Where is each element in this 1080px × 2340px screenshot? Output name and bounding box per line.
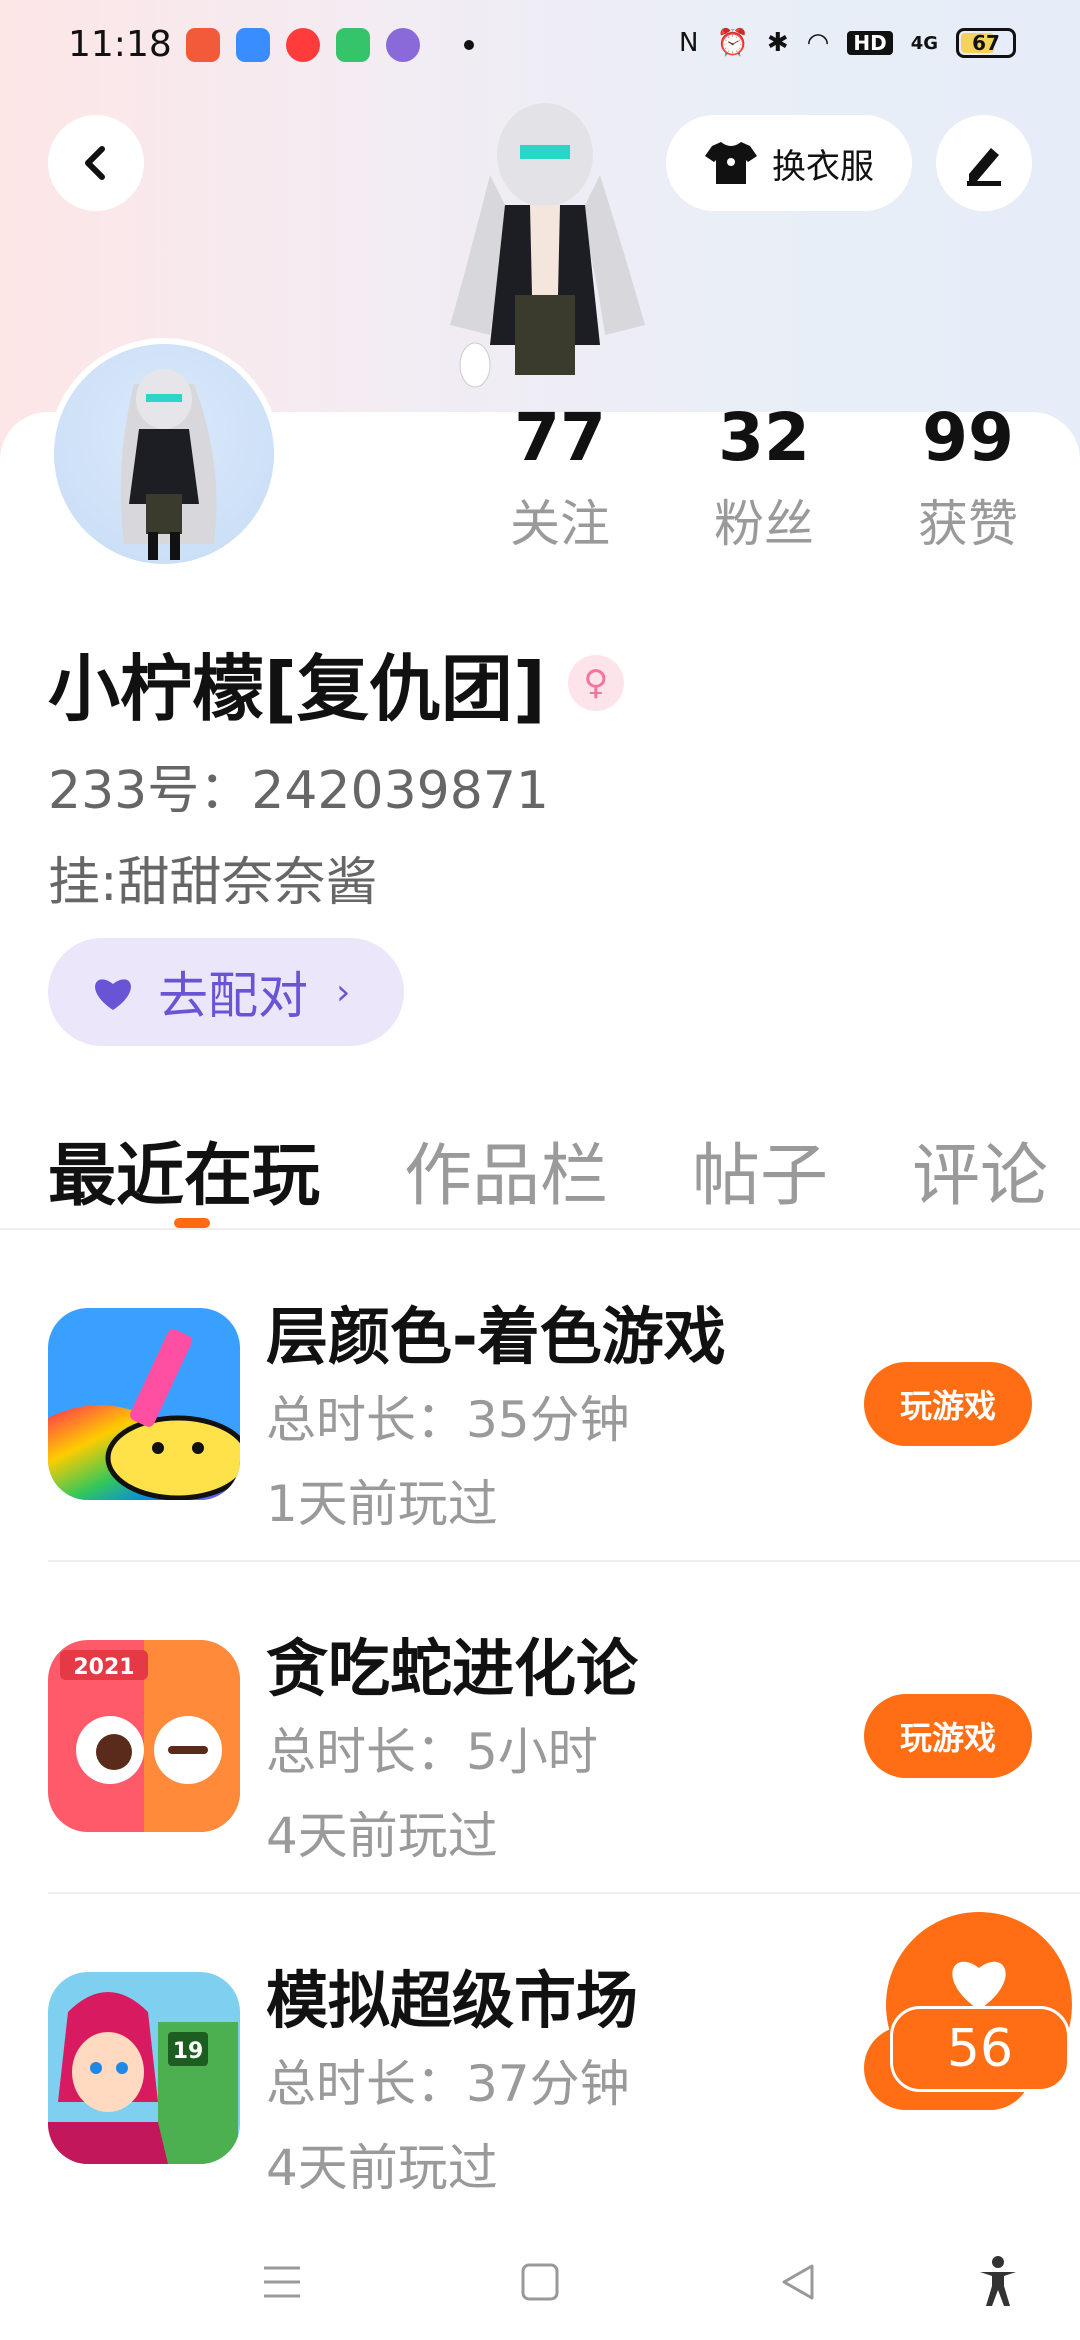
go-match-button[interactable]: 去配对 › [48, 938, 404, 1046]
home-square-icon [521, 2263, 559, 2301]
app-notification-icon [186, 28, 220, 62]
home-nav-button[interactable] [510, 2252, 570, 2312]
status-bar: 11:18 N ⏰ ✱ ◠ HD 4G 67 [0, 0, 1080, 96]
avatar[interactable] [48, 338, 280, 570]
play-game-button[interactable]: 玩游戏 [864, 1362, 1032, 1446]
notification-icons [186, 28, 474, 62]
game-icon: 19 [48, 1972, 240, 2164]
stat-value: 77 [514, 399, 606, 476]
list-item[interactable]: 层颜色-着色游戏 总时长：35分钟 1天前玩过 玩游戏 [0, 1230, 1080, 1562]
change-outfit-button[interactable]: 换衣服 [666, 115, 912, 211]
profile-tabs: 最近在玩 作品栏 帖子 评论 [48, 1120, 1048, 1219]
alarm-icon: ⏰ [716, 28, 749, 58]
signal-icon: 4G [910, 32, 938, 54]
tshirt-icon [705, 142, 757, 184]
system-navigation-bar [0, 2230, 1080, 2340]
tab-posts[interactable]: 帖子 [692, 1120, 828, 1219]
game-icon-badge: 19 [173, 2039, 204, 2064]
back-triangle-icon [782, 2264, 814, 2300]
menu-nav-button[interactable] [252, 2252, 312, 2312]
avatar-character-figure[interactable] [430, 95, 660, 415]
back-arrow-icon [85, 146, 105, 180]
game-icon [48, 1308, 240, 1500]
system-status-icons: N ⏰ ✱ ◠ HD 4G 67 [679, 28, 1016, 58]
like-count: 56 [890, 2006, 1070, 2092]
active-tab-indicator [174, 1218, 210, 1228]
back-button[interactable] [48, 115, 144, 211]
account-id[interactable]: 233号：242039871 [48, 748, 549, 823]
app-notification-icon [336, 28, 370, 62]
accessibility-icon [980, 2256, 1016, 2306]
game-icon: 2021 [48, 1640, 240, 1832]
back-nav-button[interactable] [768, 2252, 828, 2312]
accessibility-button[interactable] [968, 2252, 1028, 2312]
wifi-icon: ◠ [806, 28, 830, 58]
play-game-button[interactable]: 玩游戏 [864, 1694, 1032, 1778]
bluetooth-icon: ✱ [766, 28, 789, 58]
app-notification-icon [236, 28, 270, 62]
stat-value: 99 [922, 399, 1014, 476]
like-button[interactable]: 56 [886, 1912, 1076, 2102]
battery-level: 67 [972, 31, 1000, 55]
game-duration: 总时长：37分钟 [266, 2055, 630, 2113]
stat-label: 获赞 [918, 495, 1018, 553]
game-duration: 总时长：35分钟 [266, 1391, 630, 1449]
tab-recently-played[interactable]: 最近在玩 [48, 1120, 320, 1219]
profile-tag: 挂:甜甜奈奈酱 [48, 853, 378, 913]
heart-icon [952, 1961, 1006, 2010]
tab-comments[interactable]: 评论 [912, 1120, 1048, 1219]
stat-followers[interactable]: 32 粉丝 [692, 400, 836, 556]
tab-works[interactable]: 作品栏 [404, 1120, 608, 1219]
game-name: 层颜色-着色游戏 [266, 1300, 726, 1373]
app-notification-icon [386, 28, 420, 62]
go-match-label: 去配对 [158, 967, 308, 1025]
change-outfit-label: 换衣服 [772, 146, 874, 187]
game-last-played: 1天前玩过 [266, 1475, 498, 1533]
stat-label: 粉丝 [714, 495, 814, 553]
game-icon-badge: 2021 [73, 1655, 134, 1680]
app-notification-icon [286, 28, 320, 62]
game-name: 模拟超级市场 [266, 1964, 639, 2037]
female-gender-icon: ♀ [567, 654, 624, 711]
game-name: 贪吃蛇进化论 [266, 1632, 639, 1705]
hd-icon: HD [847, 31, 893, 55]
game-last-played: 4天前玩过 [266, 1807, 498, 1865]
heart-icon [95, 979, 131, 1010]
more-notifications-dot [464, 40, 474, 50]
game-last-played: 4天前玩过 [266, 2139, 498, 2197]
stat-label: 关注 [510, 495, 610, 553]
stat-following[interactable]: 77 关注 [488, 400, 632, 556]
battery-icon: 67 [956, 28, 1016, 58]
game-duration: 总时长：5小时 [266, 1723, 598, 1781]
edit-profile-button[interactable] [936, 115, 1032, 211]
stat-likes[interactable]: 99 获赞 [896, 400, 1040, 556]
menu-icon [264, 2266, 300, 2298]
nfc-icon: N [679, 28, 699, 58]
chevron-right-icon: › [336, 971, 351, 1013]
nickname: 小柠檬[复仇团] [48, 647, 546, 731]
profile-stats: 77 关注 32 粉丝 99 获赞 [488, 400, 1040, 556]
nickname-row: 小柠檬[复仇团] ♀ [48, 630, 624, 735]
list-item[interactable]: 2021 贪吃蛇进化论 总时长：5小时 4天前玩过 玩游戏 [0, 1562, 1080, 1894]
stat-value: 32 [718, 399, 810, 476]
status-time: 11:18 [68, 24, 172, 65]
edit-pen-icon [967, 148, 1001, 186]
